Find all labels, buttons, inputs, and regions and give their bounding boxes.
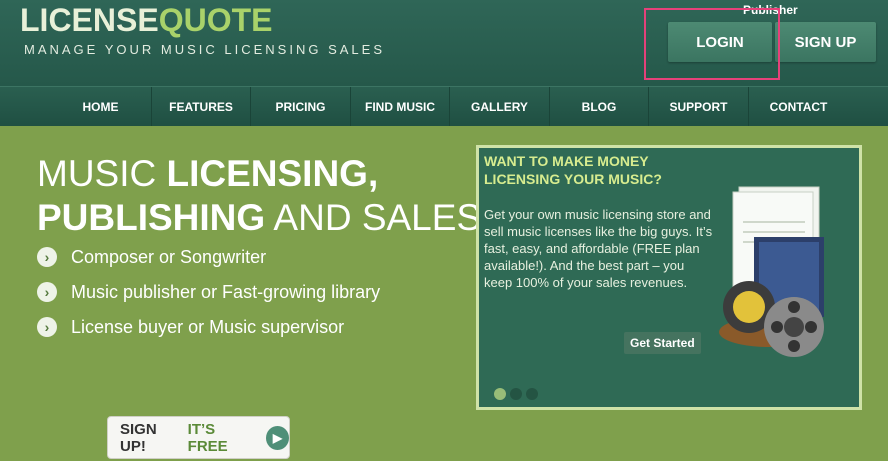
bullet-text: License buyer or Music supervisor [71,316,345,337]
hero-line2-b: AND SALES [265,197,482,238]
bullet-text: Music publisher or Fast-growing library [71,281,381,302]
signup-button[interactable]: SIGN UP [775,22,876,62]
logo-part1: LICENSE [20,2,159,38]
promo-text: Get your own music licensing store and s… [484,207,713,290]
site-header: LICENSEQUOTE MANAGE YOUR MUSIC LICENSING… [0,0,888,86]
bullet-item: › License buyer or Music supervisor [37,314,344,340]
signup-free-text-b: IT’S FREE [187,420,228,455]
nav-find-music[interactable]: FIND MUSIC [350,87,449,127]
hero-heading: MUSIC LICENSING, PUBLISHING AND SALES [37,152,481,240]
tagline: MANAGE YOUR MUSIC LICENSING SALES [24,42,385,57]
carousel-dot[interactable] [510,388,522,400]
nav-gallery[interactable]: GALLERY [449,87,549,127]
carousel-dot[interactable] [526,388,538,400]
login-highlight-box [644,8,780,80]
bullet-text: Composer or Songwriter [71,246,267,267]
nav-support[interactable]: SUPPORT [648,87,748,127]
bullet-item: › Composer or Songwriter [37,244,266,270]
signup-free-button[interactable]: SIGN UP! IT’S FREE ▶ [107,416,290,459]
nav-pricing[interactable]: PRICING [250,87,350,127]
promo-panel: WANT TO MAKE MONEY LICENSING YOUR MUSIC?… [476,145,862,410]
signup-free-text-a: SIGN UP! [120,420,157,455]
logo-part2: QUOTE [158,2,273,38]
nav-contact[interactable]: CONTACT [748,87,848,127]
software-box-illustration [719,186,824,357]
main-nav: HOME FEATURES PRICING FIND MUSIC GALLERY… [0,86,888,127]
carousel-dots [494,388,538,400]
hero-line2-a: PUBLISHING [37,197,266,238]
bullet-item: › Music publisher or Fast-growing librar… [37,279,380,305]
get-started-button[interactable]: Get Started [624,332,701,354]
chevron-right-icon: › [37,282,57,302]
carousel-dot[interactable] [494,388,506,400]
nav-home[interactable]: HOME [50,87,151,127]
logo[interactable]: LICENSEQUOTE [20,2,272,39]
chevron-right-icon: › [37,317,57,337]
nav-blog[interactable]: BLOG [549,87,648,127]
promo-title: WANT TO MAKE MONEY LICENSING YOUR MUSIC? [484,153,662,187]
hero-line1-b: LICENSING, [166,153,379,194]
nav-features[interactable]: FEATURES [151,87,250,127]
chevron-right-icon: › [37,247,57,267]
hero-line1-a: MUSIC [37,153,167,194]
play-icon: ▶ [266,425,289,450]
